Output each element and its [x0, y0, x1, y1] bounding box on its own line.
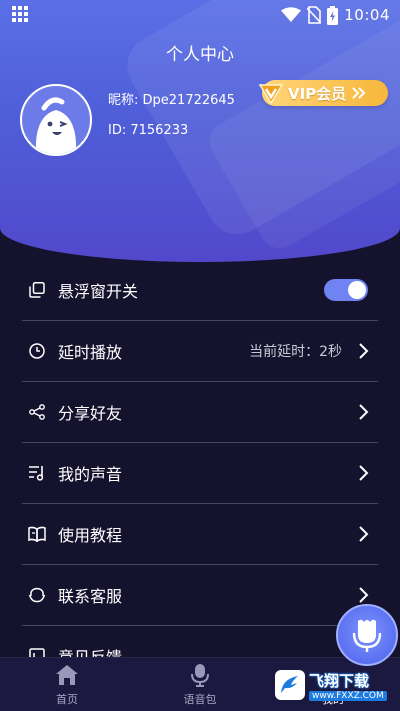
chevron-right-icon	[359, 404, 369, 420]
book-icon	[28, 525, 46, 543]
customer-service-icon	[28, 586, 46, 604]
chevron-right-icon	[359, 587, 369, 603]
wifi-icon	[281, 7, 302, 22]
microphone-icon	[352, 619, 382, 652]
menu-item-delay-play[interactable]: 延时播放 当前延时：2秒	[22, 321, 378, 382]
menu-item-floating-window: 悬浮窗开关	[22, 260, 378, 321]
chevron-right-icon	[359, 526, 369, 542]
watermark-title: 飞翔下载	[309, 671, 370, 690]
menu-item-tutorial[interactable]: 使用教程	[22, 504, 378, 565]
vip-label: VIP会员	[288, 84, 347, 103]
current-delay-value: 当前延时：2秒	[249, 344, 342, 360]
vip-crown-icon	[258, 80, 284, 106]
vip-button[interactable]: VIP会员	[258, 80, 388, 106]
user-id: ID: 7156233	[108, 123, 189, 138]
nav-label: 首页	[56, 693, 78, 706]
floating-mic-button[interactable]	[336, 604, 398, 666]
home-icon	[56, 665, 78, 685]
nav-item-voice-pack[interactable]: 语音包	[150, 658, 250, 711]
apps-grid-icon	[12, 6, 28, 22]
watermark: 飞翔下载 www.FXXZ.COM	[275, 664, 395, 706]
chevron-right-icon	[359, 343, 369, 359]
watermark-url: www.FXXZ.COM	[309, 690, 387, 701]
menu-item-customer-service[interactable]: 联系客服	[22, 565, 378, 626]
menu-item-label: 分享好友	[58, 404, 123, 423]
avatar-mascot-icon	[35, 97, 77, 154]
floating-window-icon	[28, 281, 46, 299]
settings-menu: 悬浮窗开关 延时播放 当前延时：2秒 分享好友 我的声音 使用教程 联系客服	[22, 260, 378, 686]
battery-charging-icon	[327, 5, 339, 25]
share-icon	[28, 403, 46, 421]
avatar[interactable]	[20, 84, 92, 156]
menu-item-label: 我的声音	[58, 465, 123, 484]
menu-item-label: 使用教程	[58, 526, 123, 545]
no-sim-icon	[307, 6, 322, 24]
menu-item-label: 联系客服	[58, 587, 123, 606]
menu-item-label: 悬浮窗开关	[58, 282, 139, 301]
page-title: 个人中心	[166, 45, 234, 65]
nav-item-home[interactable]: 首页	[17, 658, 117, 711]
nav-label: 语音包	[183, 693, 217, 706]
menu-item-label: 延时播放	[58, 343, 123, 362]
music-list-icon	[28, 464, 46, 482]
status-time: 10:04	[344, 6, 390, 24]
nickname: 昵称: Dpe21722645	[108, 93, 235, 108]
menu-item-my-voice[interactable]: 我的声音	[22, 443, 378, 504]
double-chevron-icon	[352, 87, 366, 99]
microphone-icon	[191, 664, 209, 687]
watermark-logo-icon	[275, 670, 305, 700]
floating-window-toggle[interactable]	[324, 279, 368, 301]
status-bar: 10:04	[0, 0, 400, 30]
toggle-knob	[348, 281, 366, 299]
clock-icon	[28, 342, 46, 360]
menu-item-share[interactable]: 分享好友	[22, 382, 378, 443]
chevron-right-icon	[359, 465, 369, 481]
